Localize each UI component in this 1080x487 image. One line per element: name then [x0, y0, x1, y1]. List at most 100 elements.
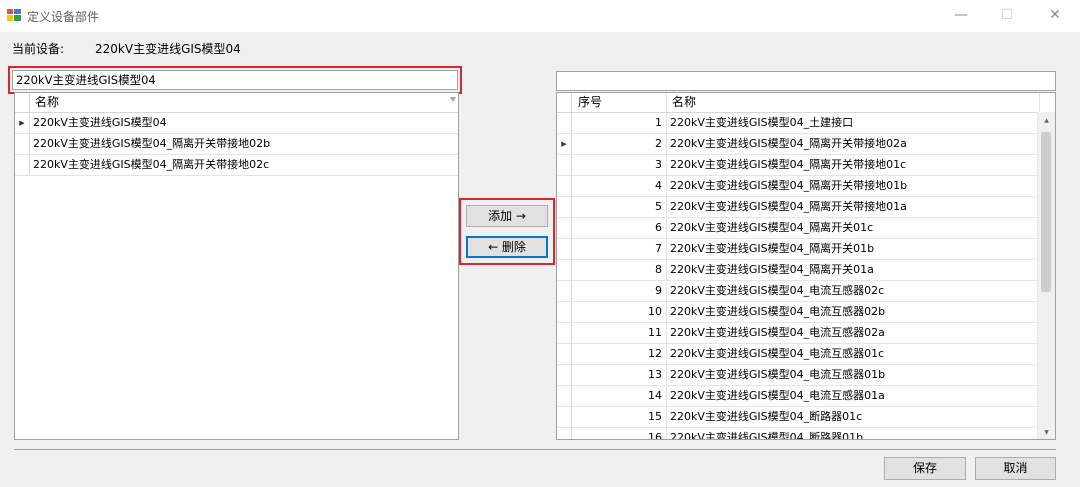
- row-header-corner: [15, 93, 30, 112]
- row-name: 220kV主变进线GIS模型04_隔离开关01c: [670, 221, 874, 234]
- column-header-name[interactable]: 名称: [30, 93, 458, 112]
- row-name: 220kV主变进线GIS模型04_隔离开关带接地01a: [670, 200, 907, 213]
- grid-header: 序号 名称: [557, 93, 1055, 113]
- table-row[interactable]: 5 220kV主变进线GIS模型04_隔离开关带接地01a: [557, 197, 1040, 218]
- right-search-input[interactable]: [556, 71, 1056, 91]
- row-header: [557, 197, 572, 217]
- row-index: 15: [572, 407, 667, 427]
- row-index: 8: [572, 260, 667, 280]
- table-row[interactable]: 10 220kV主变进线GIS模型04_电流互感器02b: [557, 302, 1040, 323]
- row-header: [557, 113, 572, 133]
- current-row-indicator: ▶: [15, 113, 30, 133]
- table-row[interactable]: 1 220kV主变进线GIS模型04_土建接口: [557, 113, 1040, 134]
- row-header-corner: [557, 93, 572, 112]
- row-index: 12: [572, 344, 667, 364]
- row-header: [557, 176, 572, 196]
- row-header: [557, 365, 572, 385]
- table-row[interactable]: ▶ 2 220kV主变进线GIS模型04_隔离开关带接地02a: [557, 134, 1040, 155]
- row-index: 6: [572, 218, 667, 238]
- row-name: 220kV主变进线GIS模型04_断路器01b: [670, 431, 864, 440]
- row-header: [557, 407, 572, 427]
- scroll-down-icon[interactable]: ▼: [1038, 424, 1055, 439]
- filter-icon[interactable]: [450, 97, 456, 102]
- row-name: 220kV主变进线GIS模型04_隔离开关带接地02b: [33, 137, 271, 150]
- scrollbar-thumb[interactable]: [1041, 132, 1051, 292]
- row-index: 10: [572, 302, 667, 322]
- vertical-scrollbar[interactable]: ▲ ▼: [1037, 112, 1055, 439]
- table-row[interactable]: 8 220kV主变进线GIS模型04_隔离开关01a: [557, 260, 1040, 281]
- row-index: 3: [572, 155, 667, 175]
- row-index: 13: [572, 365, 667, 385]
- row-name: 220kV主变进线GIS模型04_电流互感器02a: [670, 326, 885, 339]
- row-header: [557, 428, 572, 439]
- row-header: [557, 218, 572, 238]
- row-header: [557, 344, 572, 364]
- current-device-label: 当前设备:: [12, 42, 65, 56]
- row-index: 9: [572, 281, 667, 301]
- table-row[interactable]: 12 220kV主变进线GIS模型04_电流互感器01c: [557, 344, 1040, 365]
- row-index: 4: [572, 176, 667, 196]
- current-row-indicator: ▶: [557, 134, 572, 154]
- row-index: 11: [572, 323, 667, 343]
- row-name: 220kV主变进线GIS模型04_隔离开关01b: [670, 242, 875, 255]
- row-header: [15, 134, 30, 154]
- row-header: [557, 386, 572, 406]
- row-name: 220kV主变进线GIS模型04_电流互感器02b: [670, 305, 886, 318]
- row-header: [15, 155, 30, 175]
- row-name: 220kV主变进线GIS模型04_隔离开关带接地01b: [670, 179, 908, 192]
- row-index: 5: [572, 197, 667, 217]
- column-header-index[interactable]: 序号: [572, 93, 667, 112]
- row-index: 7: [572, 239, 667, 259]
- table-row[interactable]: 15 220kV主变进线GIS模型04_断路器01c: [557, 407, 1040, 428]
- column-header-label: 名称: [35, 95, 60, 109]
- table-row[interactable]: 7 220kV主变进线GIS模型04_隔离开关01b: [557, 239, 1040, 260]
- row-name: 220kV主变进线GIS模型04_电流互感器01c: [670, 347, 885, 360]
- row-index: 16: [572, 428, 667, 439]
- row-header: [557, 323, 572, 343]
- row-name: 220kV主变进线GIS模型04_隔离开关带接地02a: [670, 137, 907, 150]
- add-button[interactable]: 添加 →: [466, 205, 548, 227]
- table-row[interactable]: 220kV主变进线GIS模型04_隔离开关带接地02c: [15, 155, 458, 176]
- row-name: 220kV主变进线GIS模型04_隔离开关带接地01c: [670, 158, 907, 171]
- row-header: [557, 155, 572, 175]
- selected-parts-grid: 序号 名称 1 220kV主变进线GIS模型04_土建接口 ▶ 2 220kV主变进线G…: [556, 92, 1056, 440]
- row-index: 1: [572, 113, 667, 133]
- table-row[interactable]: 14 220kV主变进线GIS模型04_电流互感器01a: [557, 386, 1040, 407]
- maximize-button[interactable]: ☐: [984, 0, 1030, 32]
- grid-header: 名称: [15, 93, 458, 113]
- minimize-button[interactable]: —: [938, 0, 984, 32]
- row-index: 2: [572, 134, 667, 154]
- delete-button[interactable]: ← 删除: [466, 236, 548, 258]
- row-name: 220kV主变进线GIS模型04_隔离开关带接地02c: [33, 158, 270, 171]
- save-button[interactable]: 保存: [884, 457, 966, 480]
- available-parts-grid: 名称 ▶ 220kV主变进线GIS模型04 220kV主变进线GIS模型04_隔…: [14, 92, 459, 440]
- table-row[interactable]: 220kV主变进线GIS模型04_隔离开关带接地02b: [15, 134, 458, 155]
- close-button[interactable]: ✕: [1032, 0, 1078, 32]
- table-row[interactable]: 3 220kV主变进线GIS模型04_隔离开关带接地01c: [557, 155, 1040, 176]
- row-name: 220kV主变进线GIS模型04: [33, 116, 167, 129]
- table-row[interactable]: 6 220kV主变进线GIS模型04_隔离开关01c: [557, 218, 1040, 239]
- left-search-input[interactable]: [12, 70, 458, 90]
- table-row[interactable]: 4 220kV主变进线GIS模型04_隔离开关带接地01b: [557, 176, 1040, 197]
- row-name: 220kV主变进线GIS模型04_电流互感器01b: [670, 368, 886, 381]
- table-row[interactable]: 13 220kV主变进线GIS模型04_电流互感器01b: [557, 365, 1040, 386]
- row-header: [557, 281, 572, 301]
- window-title: 定义设备部件: [27, 10, 100, 24]
- app-icon: [7, 9, 21, 21]
- column-header-name[interactable]: 名称: [667, 93, 1040, 112]
- table-row[interactable]: 11 220kV主变进线GIS模型04_电流互感器02a: [557, 323, 1040, 344]
- row-name: 220kV主变进线GIS模型04_隔离开关01a: [670, 263, 874, 276]
- row-header: [557, 302, 572, 322]
- row-header: [557, 239, 572, 259]
- row-name: 220kV主变进线GIS模型04_土建接口: [670, 116, 854, 129]
- scroll-up-icon[interactable]: ▲: [1038, 112, 1055, 129]
- cancel-button[interactable]: 取消: [975, 457, 1056, 480]
- row-name: 220kV主变进线GIS模型04_电流互感器02c: [670, 284, 885, 297]
- title-bar: 定义设备部件 — ☐ ✕: [0, 0, 1080, 32]
- table-row[interactable]: ▶ 220kV主变进线GIS模型04: [15, 113, 458, 134]
- table-row[interactable]: 16 220kV主变进线GIS模型04_断路器01b: [557, 428, 1040, 440]
- row-name: 220kV主变进线GIS模型04_电流互感器01a: [670, 389, 885, 402]
- current-device-value: 220kV主变进线GIS模型04: [95, 42, 241, 56]
- row-name: 220kV主变进线GIS模型04_断路器01c: [670, 410, 863, 423]
- table-row[interactable]: 9 220kV主变进线GIS模型04_电流互感器02c: [557, 281, 1040, 302]
